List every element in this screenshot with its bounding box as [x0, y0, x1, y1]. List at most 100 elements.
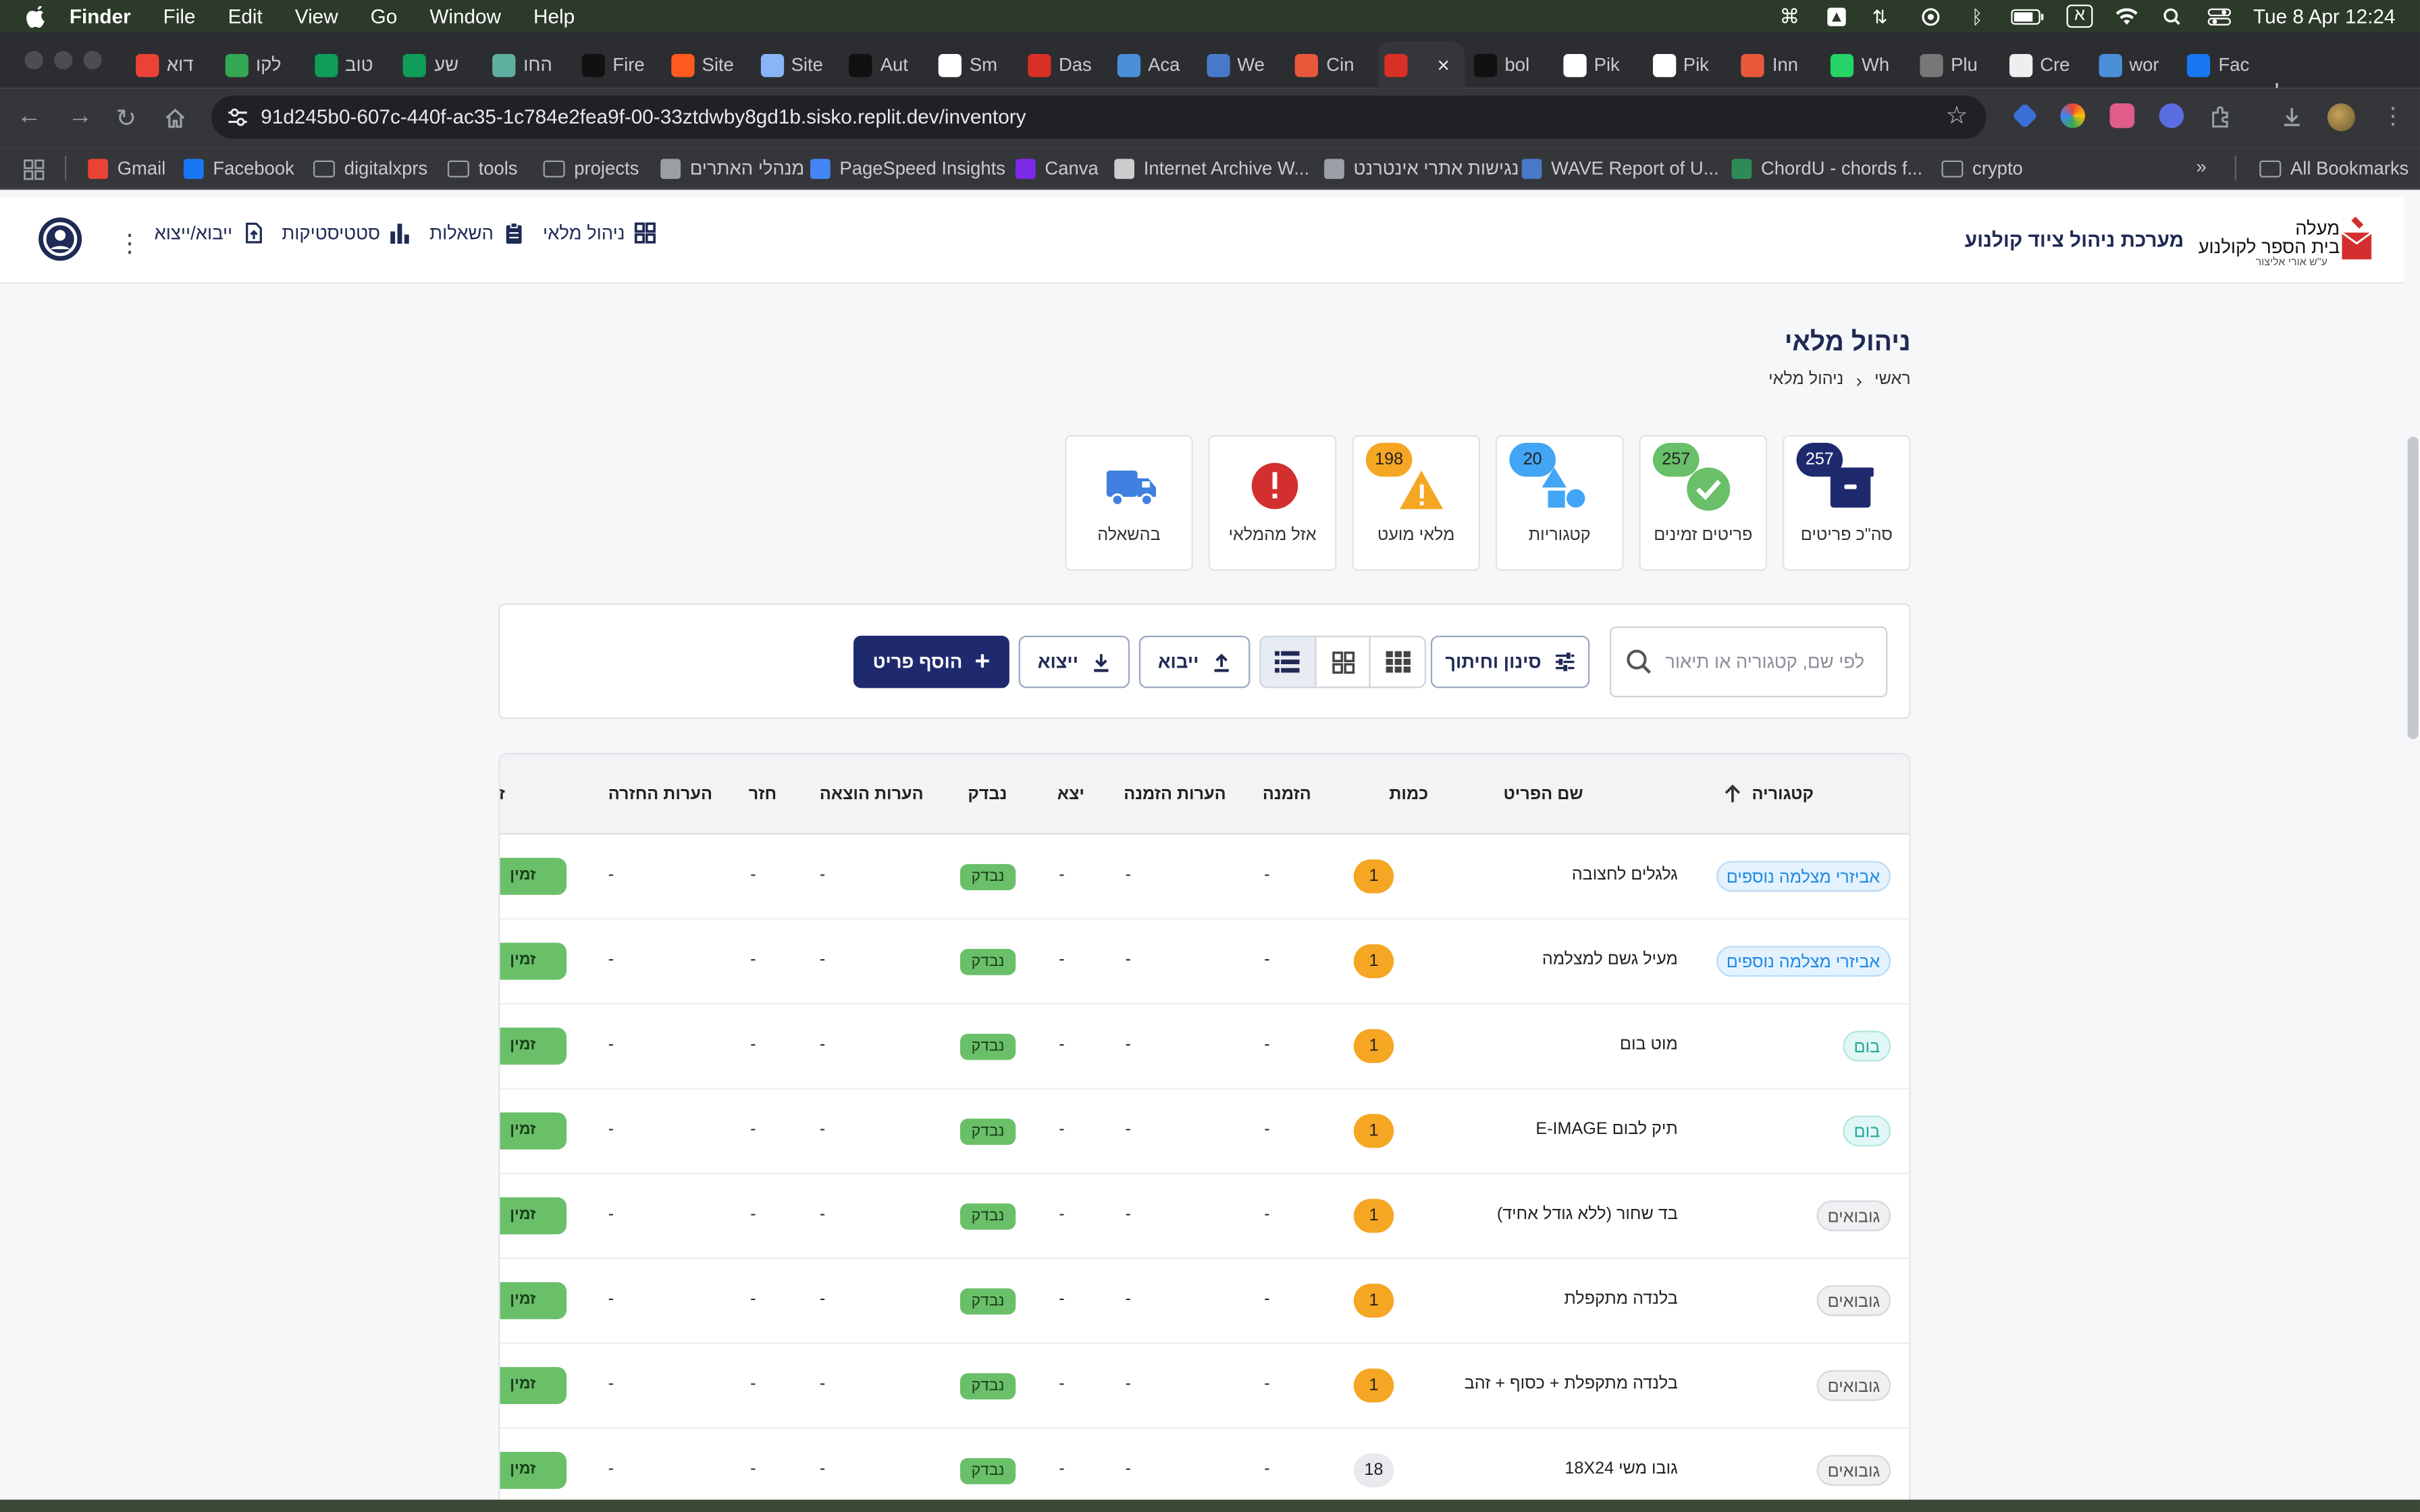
menu-view[interactable]: View — [295, 5, 338, 28]
drive-icon[interactable] — [1826, 7, 1851, 26]
col-out[interactable]: יצא — [1057, 785, 1084, 803]
browser-tab[interactable]: לקו — [219, 42, 302, 88]
table-row[interactable]: אביזרי מצלמה נוספים מעיל גשם למצלמה 1 - - - נב… — [500, 919, 1910, 1004]
bookmark-link[interactable]: Facebook — [183, 157, 294, 179]
browser-tab[interactable]: Wh — [1824, 42, 1908, 88]
col-order[interactable]: הזמנה — [1263, 785, 1311, 803]
browser-tab[interactable]: Plu — [1914, 42, 1997, 88]
col-returned[interactable]: חזר — [749, 785, 777, 803]
import-button[interactable]: ייבוא — [1138, 635, 1251, 688]
forward-arrow-icon[interactable]: → — [68, 103, 93, 131]
category-chip[interactable]: בום — [1843, 1115, 1891, 1147]
bookmark-star-icon[interactable]: ☆ — [1945, 96, 1968, 139]
bookmark-link[interactable]: Internet Archive W... — [1114, 157, 1309, 179]
browser-tab-active[interactable]: × — [1378, 41, 1465, 88]
bookmark-link[interactable]: מנהלי האתרים — [660, 157, 804, 179]
table-row[interactable]: גובואים בלנדה מתקפלת 1 - - - נבדק - - - זמין — [500, 1259, 1910, 1344]
col-quantity[interactable]: כמות — [1389, 785, 1428, 803]
bookmark-link[interactable]: PageSpeed Insights — [810, 157, 1005, 179]
window-minimize-button[interactable] — [53, 51, 73, 70]
school-logo[interactable]: מעלה בית הספר לקולנוע ע"ש אורי אליצור — [2198, 213, 2377, 274]
table-row[interactable]: גובואים בד שחור (ללא גודל אחיד) 1 - - - נבדק - -… — [500, 1174, 1910, 1260]
bookmarks-overflow-chevron-icon[interactable]: » — [2197, 156, 2207, 178]
extensions-puzzle-icon[interactable] — [2209, 105, 2234, 130]
menu-window[interactable]: Window — [429, 5, 501, 28]
all-bookmarks-button[interactable]: All Bookmarks — [2259, 157, 2409, 179]
add-item-button[interactable]: + הוסף פריט — [853, 635, 1009, 688]
spotlight-search-icon[interactable] — [2161, 7, 2186, 25]
view-list-button[interactable] — [1261, 637, 1315, 687]
browser-tab[interactable]: We — [1200, 42, 1283, 88]
card-low-stock[interactable]: 198 מלאי מועט — [1352, 435, 1480, 571]
input-source-indicator[interactable]: א — [2066, 4, 2093, 28]
browser-tab[interactable]: Das — [1022, 42, 1105, 88]
apple-icon[interactable] — [26, 5, 48, 27]
nav-loans[interactable]: השאלות — [429, 222, 524, 244]
browser-tab[interactable]: Site — [754, 42, 837, 88]
nav-statistics[interactable]: סטטיסטיקות — [282, 222, 411, 244]
nav-inventory[interactable]: ניהול מלאי — [543, 222, 656, 244]
extension-tag-icon[interactable] — [2011, 103, 2038, 129]
browser-tab[interactable]: Cin — [1289, 42, 1372, 88]
battery-icon[interactable] — [2011, 7, 2045, 25]
extension-star-icon[interactable] — [2159, 103, 2184, 128]
extension-color-icon[interactable] — [2060, 103, 2085, 128]
menu-help[interactable]: Help — [533, 5, 575, 28]
command-key-icon[interactable]: ⌘ — [1780, 5, 1805, 26]
apps-grid-icon[interactable] — [23, 159, 45, 180]
window-zoom-button[interactable] — [83, 51, 102, 70]
table-row[interactable]: בום תיק לבום E-IMAGE 1 - - - נבדק - - - זמין — [500, 1089, 1910, 1174]
breadcrumb-home[interactable]: ראשי — [1874, 371, 1911, 392]
bookmark-folder[interactable]: tools — [447, 157, 518, 179]
col-return-notes[interactable]: הערות החזרה — [608, 785, 712, 803]
bookmark-folder[interactable]: projects — [543, 157, 639, 179]
sort-ascending-arrow-icon[interactable] — [1722, 784, 1743, 804]
window-close-button[interactable] — [24, 51, 43, 70]
table-row[interactable]: אביזרי מצלמה נוספים גלגלים לחצובה 1 - - - נבדק… — [500, 835, 1910, 920]
bookmark-folder[interactable]: crypto — [1941, 157, 2023, 179]
filter-sort-button[interactable]: סינון וחיתוך — [1430, 635, 1590, 688]
profile-avatar[interactable] — [2327, 103, 2355, 132]
browser-tab[interactable]: wor — [2092, 42, 2175, 88]
col-item-name[interactable]: שם הפריט — [1503, 785, 1583, 803]
browser-tab[interactable]: שע — [397, 42, 480, 88]
extension-pink-icon[interactable] — [2109, 103, 2135, 128]
sync-icon[interactable]: ⇅ — [1872, 7, 1897, 25]
category-chip[interactable]: גובואים — [1816, 1285, 1891, 1316]
tab-close-icon[interactable]: × — [1437, 53, 1450, 78]
browser-tab[interactable]: Fire — [576, 42, 659, 88]
scrollbar-thumb[interactable] — [2407, 436, 2419, 739]
more-menu-kebab-icon[interactable]: ⋮ — [117, 228, 142, 259]
col-checked[interactable]: נבדק — [968, 785, 1007, 803]
category-chip[interactable]: אביזרי מצלמה נוספים — [1715, 946, 1891, 977]
card-out-of-stock[interactable]: אזל מהמלאי — [1208, 435, 1337, 571]
user-avatar-icon[interactable] — [38, 217, 82, 261]
url-text[interactable]: 91d245b0-607c-440f-ac35-1c784e2fea9f-00-… — [261, 105, 1026, 128]
search-input[interactable]: לפי שם, קטגוריה או תיאור — [1609, 626, 1888, 698]
bookmark-link[interactable]: Gmail — [88, 157, 165, 179]
browser-tab[interactable]: Cre — [2003, 42, 2086, 88]
address-bar[interactable]: 91d245b0-607c-440f-ac35-1c784e2fea9f-00-… — [211, 95, 1987, 139]
category-chip[interactable]: גובואים — [1816, 1455, 1891, 1486]
browser-tab[interactable]: Inn — [1735, 42, 1818, 88]
home-icon[interactable] — [163, 107, 186, 130]
category-chip[interactable]: גובואים — [1816, 1200, 1891, 1231]
card-categories[interactable]: 20 קטגוריות — [1495, 435, 1624, 571]
bluetooth-icon[interactable]: ᛒ — [1965, 7, 1990, 25]
card-available-items[interactable]: 257 פריטים זמינים — [1639, 435, 1768, 571]
control-center-icon[interactable] — [2207, 7, 2232, 25]
category-chip[interactable]: גובואים — [1816, 1370, 1891, 1401]
export-button[interactable]: ייצוא — [1018, 635, 1130, 688]
col-out-notes[interactable]: הערות הוצאה — [820, 785, 924, 803]
bookmark-link[interactable]: Canva — [1015, 157, 1099, 179]
reload-icon[interactable]: ↻ — [115, 103, 136, 134]
site-settings-icon[interactable] — [227, 107, 248, 128]
browser-tab[interactable]: Pik — [1646, 42, 1729, 88]
col-order-notes[interactable]: הערות הזמנה — [1124, 785, 1226, 803]
menu-app-name[interactable]: Finder — [70, 5, 131, 28]
card-on-loan[interactable]: בהשאלה — [1065, 435, 1193, 571]
col-availability[interactable]: זמינות — [500, 785, 505, 803]
back-arrow-icon[interactable]: ← — [17, 103, 42, 131]
bookmark-link[interactable]: WAVE Report of U... — [1521, 157, 1719, 179]
menubar-clock[interactable]: Tue 8 Apr 12:24 — [2253, 5, 2395, 28]
